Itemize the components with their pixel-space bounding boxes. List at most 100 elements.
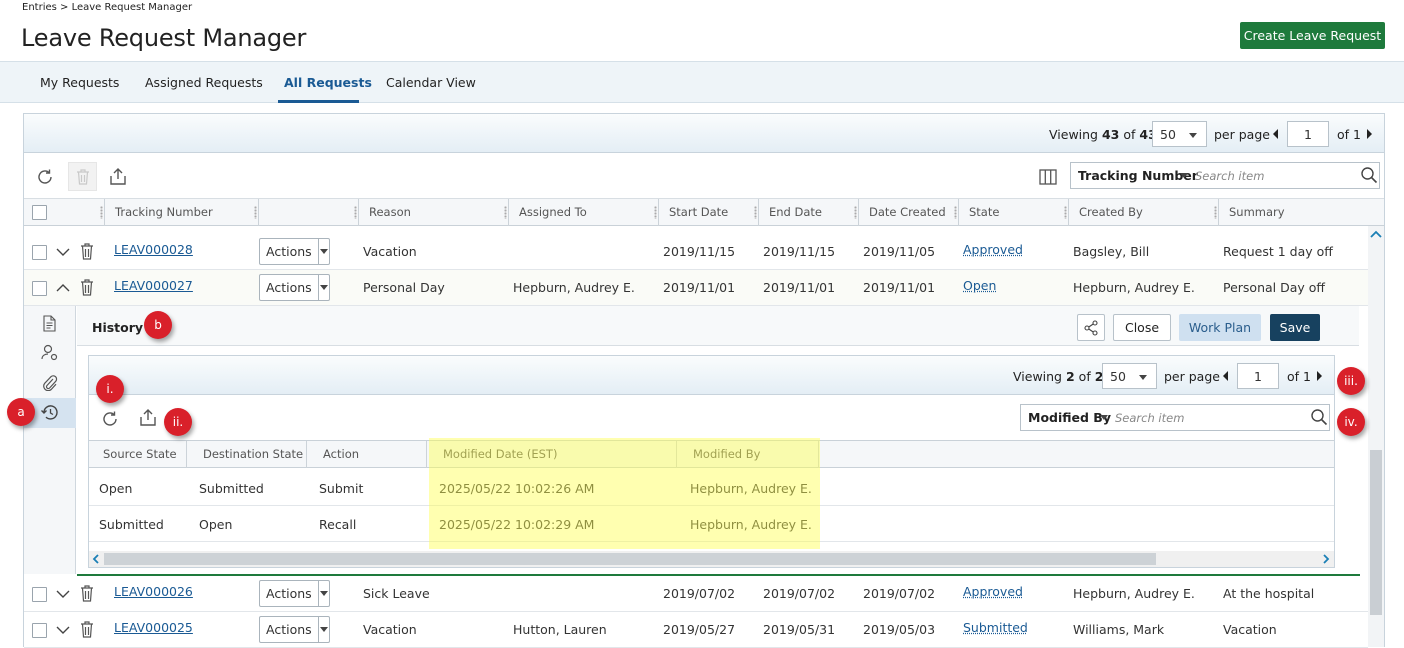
scrollbar-thumb[interactable] — [1370, 450, 1382, 615]
col-start-date[interactable]: Start Date — [658, 199, 750, 226]
date-created-cell: 2019/05/03 — [863, 622, 935, 637]
history-page-input[interactable]: 1 — [1237, 363, 1279, 389]
row-checkbox[interactable] — [32, 245, 47, 260]
scrollbar-thumb[interactable] — [104, 553, 1156, 565]
work-plan-button[interactable]: Work Plan — [1179, 314, 1261, 341]
select-all-checkbox[interactable] — [32, 205, 47, 220]
col-reason[interactable]: Reason — [358, 199, 500, 226]
table-row[interactable]: LEAV000028 Actions Vacation 2019/11/15 2… — [24, 234, 1368, 270]
trash-icon[interactable] — [80, 585, 94, 602]
actions-dropdown[interactable]: Actions — [259, 274, 330, 301]
history-icon[interactable] — [40, 403, 60, 422]
per-page-select[interactable]: 50 — [1152, 121, 1207, 147]
trash-icon[interactable] — [80, 279, 94, 296]
search-icon[interactable] — [1360, 166, 1378, 187]
state-link[interactable]: Open — [963, 278, 996, 293]
trash-icon[interactable] — [80, 621, 94, 638]
export-icon[interactable] — [108, 167, 128, 187]
state-link[interactable]: Approved — [963, 242, 1023, 257]
col-end-date[interactable]: End Date — [758, 199, 850, 226]
col-state[interactable]: State — [958, 199, 1060, 226]
col-destination-state[interactable]: Destination State — [187, 441, 307, 468]
prev-page-icon[interactable] — [1273, 129, 1278, 139]
row-checkbox[interactable] — [32, 623, 47, 638]
close-button[interactable]: Close — [1113, 314, 1171, 341]
chevron-down-icon[interactable] — [56, 625, 70, 635]
col-source-state[interactable]: Source State — [89, 441, 187, 468]
chevron-down-icon — [320, 591, 328, 596]
tab-my-requests[interactable]: My Requests — [40, 75, 119, 90]
chevron-down-icon[interactable] — [56, 589, 70, 599]
history-export-icon[interactable] — [138, 408, 158, 431]
document-icon[interactable] — [42, 315, 57, 332]
summary-cell: Personal Day off — [1223, 280, 1325, 295]
tracking-number-link[interactable]: LEAV000027 — [114, 278, 193, 293]
history-search-field-select[interactable]: Modified By — [1028, 410, 1111, 425]
delete-button[interactable] — [68, 162, 97, 191]
col-actions[interactable] — [258, 199, 350, 226]
next-page-icon[interactable] — [1317, 371, 1322, 381]
history-viewing-label: Viewing 2 of 2 — [1013, 369, 1103, 384]
state-link[interactable]: Approved — [963, 584, 1023, 599]
col-created-by[interactable]: Created By — [1068, 199, 1210, 226]
history-search-input[interactable]: Search item — [1115, 411, 1184, 425]
actions-dropdown[interactable]: Actions — [259, 580, 330, 607]
scroll-up-icon[interactable] — [1370, 230, 1382, 238]
action-cell: Submit — [319, 481, 363, 496]
trash-icon[interactable] — [80, 243, 94, 260]
tab-all-requests[interactable]: All Requests — [284, 75, 372, 90]
col-action[interactable]: Action — [307, 441, 427, 468]
scroll-right-icon[interactable] — [1322, 554, 1330, 564]
callout-iii: iii. — [1337, 367, 1365, 395]
share-button[interactable] — [1077, 314, 1105, 341]
end-date-cell: 2019/07/02 — [763, 586, 835, 601]
row-checkbox[interactable] — [32, 281, 47, 296]
table-row-expanded[interactable]: LEAV000027 Actions Personal Day Hepburn,… — [24, 270, 1368, 306]
actions-dropdown[interactable]: Actions — [259, 238, 330, 265]
next-page-icon[interactable] — [1367, 129, 1372, 139]
reason-cell: Vacation — [363, 244, 417, 259]
state-link[interactable]: Submitted — [963, 620, 1028, 635]
page-number-input[interactable]: 1 — [1287, 121, 1329, 147]
created-by-cell: Bagsley, Bill — [1073, 244, 1149, 259]
source-state-cell: Open — [99, 481, 132, 496]
grid-search-input[interactable]: Search item — [1195, 169, 1264, 183]
tracking-number-link[interactable]: LEAV000025 — [114, 620, 193, 635]
row-checkbox[interactable] — [32, 587, 47, 602]
col-summary[interactable]: Summary — [1218, 199, 1384, 226]
tab-assigned-requests[interactable]: Assigned Requests — [145, 75, 263, 90]
history-per-page-select[interactable]: 50 — [1102, 363, 1157, 389]
tab-calendar-view[interactable]: Calendar View — [386, 75, 476, 90]
table-row[interactable]: LEAV000026 Actions Sick Leave 2019/07/02… — [24, 576, 1368, 612]
columns-icon[interactable] — [1038, 167, 1058, 187]
breadcrumb[interactable]: Entries > Leave Request Manager — [22, 2, 192, 13]
per-page-label: per page — [1214, 127, 1270, 142]
scroll-left-icon[interactable] — [92, 554, 100, 564]
created-by-cell: Hepburn, Audrey E. — [1073, 280, 1195, 295]
reason-cell: Vacation — [363, 622, 417, 637]
history-refresh-icon[interactable] — [100, 409, 120, 432]
create-leave-request-button[interactable]: Create Leave Request — [1240, 22, 1385, 49]
chevron-down-icon[interactable] — [56, 247, 70, 257]
prev-page-icon[interactable] — [1223, 371, 1228, 381]
destination-state-cell: Submitted — [199, 481, 264, 496]
col-date-created[interactable]: Date Created — [858, 199, 950, 226]
assigned-to-cell: Hutton, Lauren — [513, 622, 607, 637]
search-icon[interactable] — [1310, 408, 1328, 429]
table-row[interactable]: LEAV000025 Actions Vacation Hutton, Laur… — [24, 612, 1368, 648]
actions-dropdown[interactable]: Actions — [259, 616, 330, 643]
date-created-cell: 2019/07/02 — [863, 586, 935, 601]
source-state-cell: Submitted — [99, 517, 164, 532]
user-settings-icon[interactable] — [41, 344, 59, 361]
start-date-cell: 2019/07/02 — [663, 586, 735, 601]
col-tracking-number[interactable]: Tracking Number — [104, 199, 249, 226]
start-date-cell: 2019/05/27 — [663, 622, 735, 637]
col-assigned-to[interactable]: Assigned To — [508, 199, 650, 226]
tracking-number-link[interactable]: LEAV000026 — [114, 584, 193, 599]
save-button[interactable]: Save — [1270, 314, 1320, 341]
paperclip-icon[interactable] — [42, 374, 58, 391]
chevron-up-icon[interactable] — [56, 283, 70, 293]
refresh-icon[interactable] — [35, 167, 55, 187]
tracking-number-link[interactable]: LEAV000028 — [114, 242, 193, 257]
history-per-page-label: per page — [1164, 369, 1220, 384]
